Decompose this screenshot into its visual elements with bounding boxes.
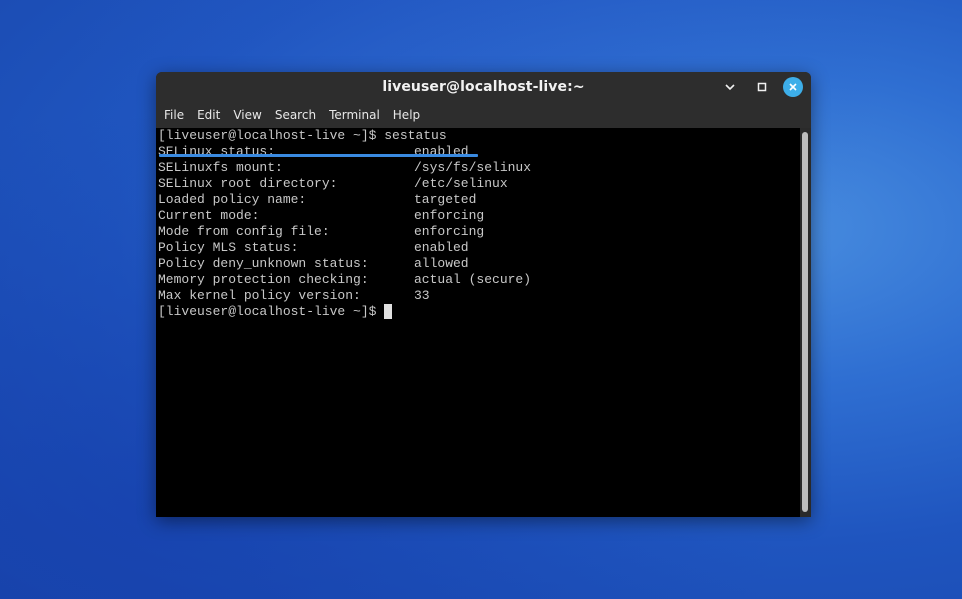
row-label: Mode from config file: <box>158 224 330 239</box>
row-label: SELinux root directory: <box>158 176 338 191</box>
row-value: /etc/selinux <box>414 176 508 191</box>
status-row: SELinuxfs mount: /sys/fs/selinux <box>158 160 531 176</box>
row-label: Max kernel policy version: <box>158 288 361 303</box>
status-row: SELinux root directory: /etc/selinux <box>158 176 531 192</box>
row-label: Loaded policy name: <box>158 192 307 207</box>
row-label: Policy deny_unknown status: <box>158 256 369 271</box>
maximize-button[interactable] <box>751 76 773 98</box>
row-label: Memory protection checking: <box>158 272 369 287</box>
row-value: enabled <box>414 144 469 159</box>
menu-view[interactable]: View <box>227 105 267 125</box>
row-value: /sys/fs/selinux <box>414 160 532 175</box>
row-value: actual (secure) <box>414 272 532 287</box>
row-label: SELinuxfs mount: <box>158 160 283 175</box>
terminal-output[interactable]: [liveuser@localhost-live ~]$ sestatus SE… <box>156 128 800 517</box>
text-cursor <box>384 304 393 319</box>
status-row: SELinux status: enabled <box>158 144 531 160</box>
minimize-button[interactable] <box>719 76 741 98</box>
menu-edit[interactable]: Edit <box>191 105 226 125</box>
highlight-underline <box>159 154 478 157</box>
menu-terminal[interactable]: Terminal <box>323 105 386 125</box>
status-row: Loaded policy name: targeted <box>158 192 531 208</box>
scrollbar-thumb[interactable] <box>802 132 808 512</box>
row-value: enabled <box>414 240 469 255</box>
menu-search[interactable]: Search <box>269 105 322 125</box>
shell-prompt: [liveuser@localhost-live ~]$ <box>158 304 377 319</box>
close-icon <box>789 83 797 91</box>
row-label: SELinux status: <box>158 144 276 159</box>
status-row: Max kernel policy version: 33 <box>158 288 531 304</box>
close-button[interactable] <box>783 77 803 97</box>
row-value: allowed <box>414 256 469 271</box>
command-line: [liveuser@localhost-live ~]$ sestatus <box>158 128 447 143</box>
window-controls <box>719 76 803 98</box>
status-row: Current mode: enforcing <box>158 208 531 224</box>
window-title: liveuser@localhost-live:~ <box>382 79 585 95</box>
status-row: Policy MLS status: enabled <box>158 240 531 256</box>
menu-help[interactable]: Help <box>387 105 426 125</box>
row-value: targeted <box>414 192 477 207</box>
menu-file[interactable]: File <box>158 105 190 125</box>
title-bar[interactable]: liveuser@localhost-live:~ <box>156 72 811 102</box>
chevron-down-icon <box>725 84 735 91</box>
terminal-window[interactable]: liveuser@localhost-live:~ File Edit View… <box>156 72 811 517</box>
row-label: Current mode: <box>158 208 260 223</box>
status-row: Mode from config file: enforcing <box>158 224 531 240</box>
row-label: Policy MLS status: <box>158 240 299 255</box>
square-icon <box>757 82 767 92</box>
row-value: enforcing <box>414 224 485 239</box>
menu-bar: File Edit View Search Terminal Help <box>156 102 811 128</box>
vertical-scrollbar[interactable] <box>800 128 811 517</box>
row-value: 33 <box>414 288 430 303</box>
status-row: Memory protection checking: actual (secur… <box>158 272 531 288</box>
row-value: enforcing <box>414 208 485 223</box>
status-row: Policy deny_unknown status: allowed <box>158 256 531 272</box>
prompt-line: [liveuser@localhost-live ~]$ <box>158 304 531 320</box>
